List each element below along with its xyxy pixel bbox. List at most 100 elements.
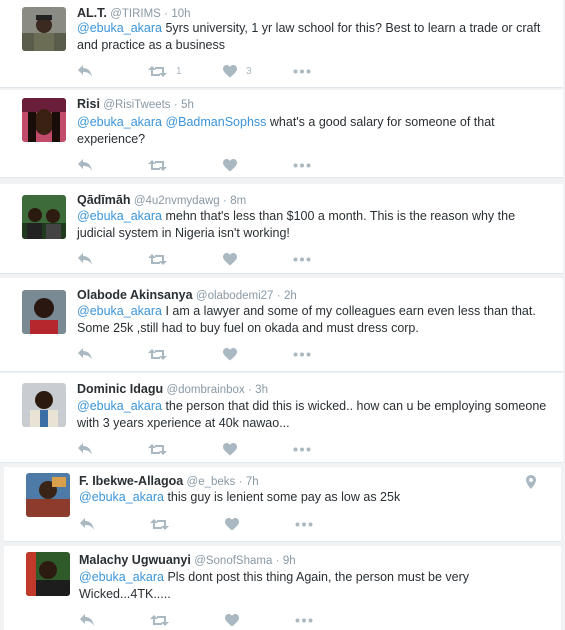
avatar[interactable] — [22, 383, 66, 427]
reply-button[interactable] — [77, 346, 93, 362]
retweet-icon — [150, 614, 169, 627]
retweet-button[interactable] — [148, 441, 176, 457]
reply-button[interactable] — [79, 516, 95, 532]
timestamp[interactable]: 10h — [171, 8, 190, 20]
timestamp[interactable]: 5h — [181, 99, 194, 111]
more-button[interactable] — [293, 441, 311, 457]
mention-link[interactable]: @ebuka_akara — [77, 209, 162, 223]
avatar[interactable] — [22, 7, 66, 51]
reply-button[interactable] — [79, 612, 95, 628]
tweet[interactable]: Olabode Akinsanya @olabodemi27 · 2h @ebu… — [0, 278, 563, 372]
retweet-icon — [148, 65, 167, 78]
tweet[interactable]: AL.T. @TIRIMS · 10h @ebuka_akara 5yrs un… — [0, 0, 563, 88]
reply-button[interactable] — [77, 441, 93, 457]
mention-link[interactable]: @ebuka_akara — [77, 304, 162, 318]
like-button[interactable] — [223, 157, 246, 173]
reply-icon — [79, 613, 95, 627]
reply-button[interactable] — [77, 63, 93, 79]
user-handle[interactable]: @dombrainbox — [166, 384, 244, 396]
tweet[interactable]: Risi @RisiTweets · 5h @ebuka_akara @Badm… — [0, 90, 563, 178]
user-name[interactable]: Risi — [77, 97, 100, 111]
user-handle[interactable]: @TIRIMS — [110, 8, 161, 20]
user-name[interactable]: AL.T. — [77, 6, 107, 20]
reply-icon — [77, 64, 93, 78]
user-name[interactable]: Olabode Akinsanya — [77, 288, 193, 302]
like-button[interactable] — [225, 612, 248, 628]
retweet-icon — [148, 159, 167, 172]
retweet-button[interactable]: 1 — [148, 63, 182, 79]
more-button[interactable] — [295, 612, 313, 628]
more-button[interactable] — [293, 157, 311, 173]
user-name[interactable]: Dominic Idagu — [77, 382, 163, 396]
user-handle[interactable]: @SonofShama — [194, 555, 272, 567]
reply-icon — [77, 158, 93, 172]
more-button[interactable] — [293, 346, 311, 362]
timestamp[interactable]: 9h — [283, 555, 296, 567]
user-name[interactable]: F. Ibekwe-Allagoa — [79, 474, 183, 488]
tweet-header: Risi @RisiTweets · 5h — [77, 96, 194, 113]
mention-link[interactable]: @BadmanSophss — [165, 115, 266, 129]
timestamp[interactable]: 3h — [255, 384, 268, 396]
more-icon — [295, 522, 313, 527]
heart-icon — [223, 64, 237, 78]
timestamp[interactable]: 8m — [230, 195, 246, 207]
user-handle[interactable]: @e_beks — [187, 476, 236, 488]
mention-link[interactable]: @ebuka_akara — [77, 21, 162, 35]
retweet-button[interactable] — [148, 157, 176, 173]
retweet-icon — [148, 443, 167, 456]
mention-link[interactable]: @ebuka_akara — [79, 570, 164, 584]
like-button[interactable] — [223, 251, 246, 267]
more-icon — [293, 352, 311, 357]
more-button[interactable] — [293, 251, 311, 267]
retweet-icon — [150, 518, 169, 531]
more-icon — [293, 163, 311, 168]
separator: · — [223, 195, 227, 207]
tweet-body: this guy is lenient some pay as low as 2… — [167, 490, 401, 504]
tweet-text: @ebuka_akara this guy is lenient some pa… — [79, 489, 539, 506]
tweet-header: Qādīmāh @4u2nvmydawg · 8m — [77, 192, 246, 209]
reply-icon — [77, 252, 93, 266]
user-handle[interactable]: @olabodemi27 — [196, 290, 274, 302]
like-button[interactable] — [223, 441, 246, 457]
mention-link[interactable]: @ebuka_akara — [79, 490, 164, 504]
tweet-text: @ebuka_akara @BadmanSophss what's a good… — [77, 114, 547, 148]
like-button[interactable]: 3 — [223, 63, 252, 79]
more-button[interactable] — [293, 63, 311, 79]
more-icon — [295, 618, 313, 623]
user-handle[interactable]: @RisiTweets — [103, 99, 170, 111]
avatar[interactable] — [22, 195, 66, 239]
tweet[interactable]: Qādīmāh @4u2nvmydawg · 8m @ebuka_akara m… — [0, 184, 563, 274]
tweet-text: @ebuka_akara mehn that's less than $100 … — [77, 208, 547, 242]
user-name[interactable]: Malachy Ugwuanyi — [79, 553, 191, 567]
timestamp[interactable]: 7h — [246, 476, 259, 488]
retweet-button[interactable] — [150, 612, 178, 628]
like-button[interactable] — [225, 516, 248, 532]
like-button[interactable] — [223, 346, 246, 362]
mention-link[interactable]: @ebuka_akara — [77, 115, 162, 129]
more-icon — [293, 69, 311, 74]
tweet-header: F. Ibekwe-Allagoa @e_beks · 7h — [79, 473, 259, 490]
separator: · — [276, 290, 281, 302]
tweet-actions — [77, 157, 337, 173]
separator: · — [173, 99, 178, 111]
avatar[interactable] — [26, 552, 70, 596]
avatar[interactable] — [22, 98, 66, 142]
tweet[interactable]: Malachy Ugwuanyi @SonofShama · 9h @ebuka… — [4, 546, 561, 630]
retweet-button[interactable] — [148, 346, 176, 362]
tweet-text: @ebuka_akara Pls dont post this thing Ag… — [79, 569, 519, 603]
retweet-button[interactable] — [150, 516, 178, 532]
timestamp[interactable]: 2h — [284, 290, 297, 302]
avatar[interactable] — [22, 290, 66, 334]
retweet-button[interactable] — [148, 251, 176, 267]
mention-link[interactable]: @ebuka_akara — [77, 399, 162, 413]
user-handle[interactable]: @4u2nvmydawg — [134, 195, 220, 207]
avatar[interactable] — [26, 473, 70, 517]
user-name[interactable]: Qādīmāh — [77, 193, 131, 207]
tweet-actions — [79, 516, 339, 532]
tweet[interactable]: Dominic Idagu @dombrainbox · 3h @ebuka_a… — [0, 373, 563, 463]
tweet[interactable]: F. Ibekwe-Allagoa @e_beks · 7h @ebuka_ak… — [4, 467, 561, 542]
more-button[interactable] — [295, 516, 313, 532]
heart-icon — [225, 517, 239, 531]
reply-button[interactable] — [77, 157, 93, 173]
reply-button[interactable] — [77, 251, 93, 267]
